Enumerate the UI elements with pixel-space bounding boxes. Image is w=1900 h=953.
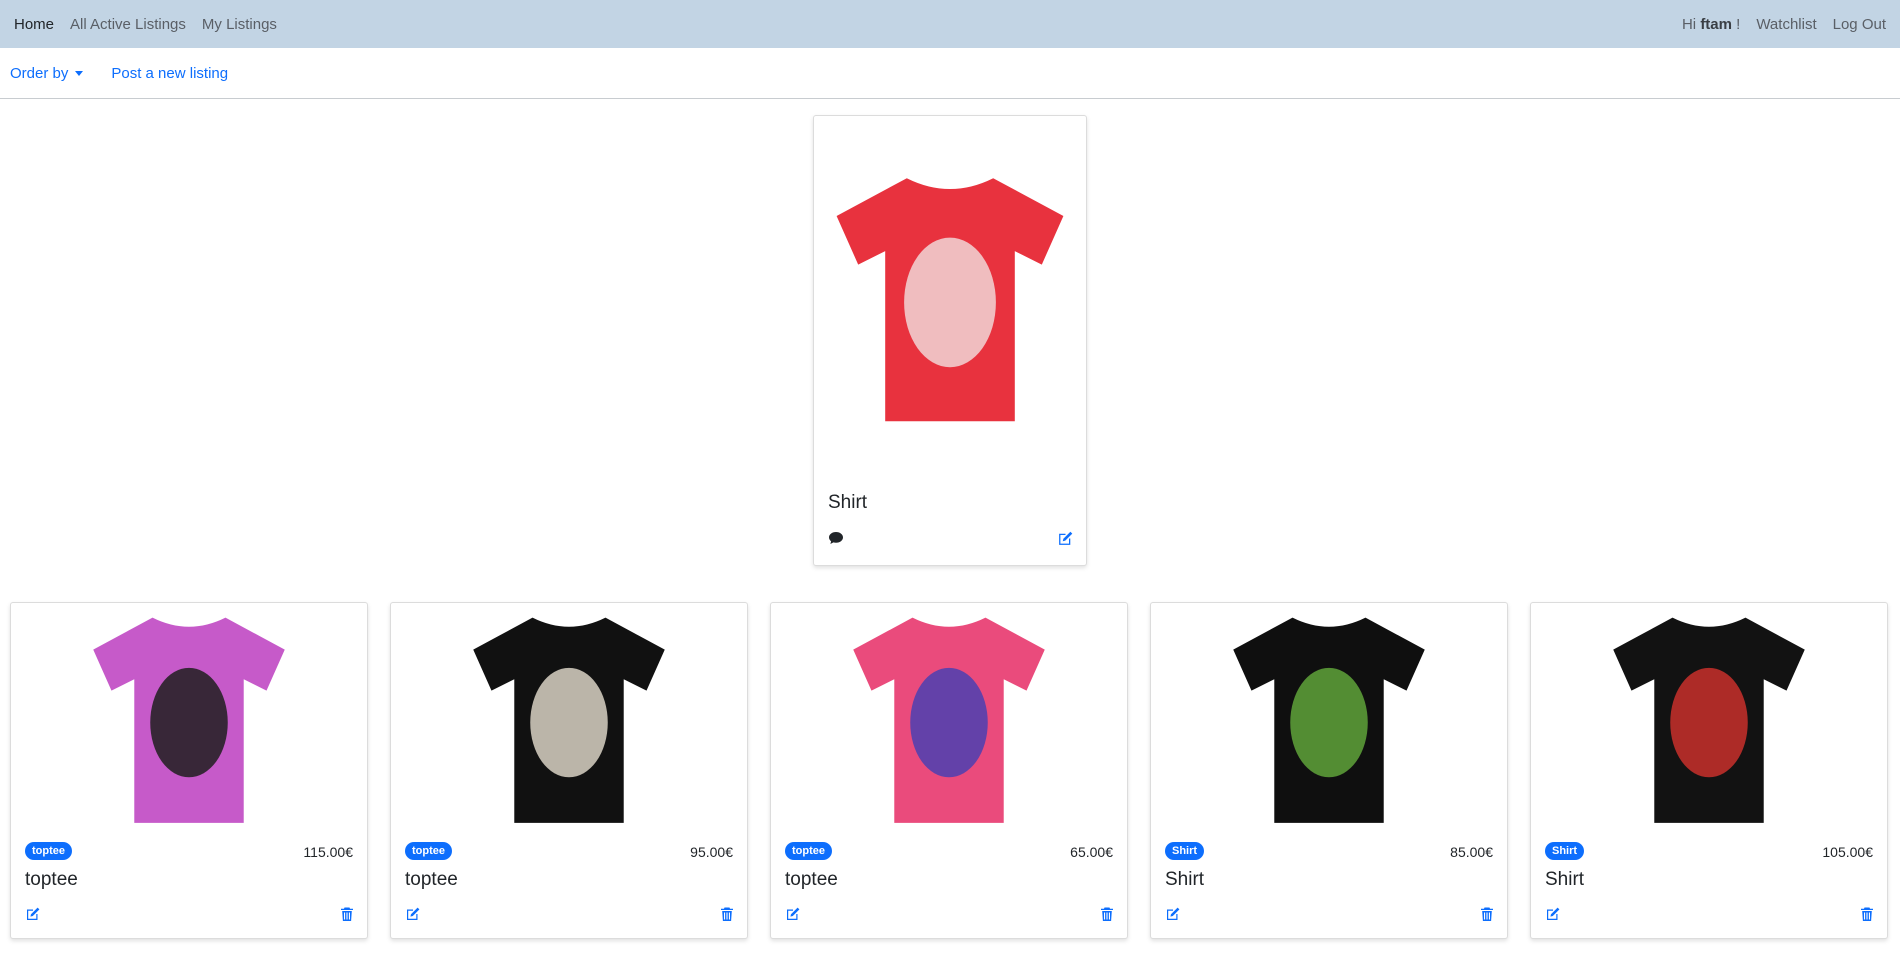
- tshirt-illustration: [853, 617, 1045, 823]
- nav-right-group: Hi ftam ! Watchlist Log Out: [1682, 0, 1886, 48]
- edit-icon[interactable]: [405, 906, 421, 922]
- listing-title: toptee: [405, 869, 458, 890]
- tshirt-print-graphic: [910, 667, 988, 778]
- listing-price: 85.00€: [1450, 844, 1493, 860]
- tshirt-illustration: [836, 178, 1064, 422]
- listing-title: Shirt: [1545, 869, 1585, 890]
- username: ftam: [1700, 15, 1732, 33]
- edit-icon[interactable]: [1165, 906, 1181, 922]
- category-badge: toptee: [25, 842, 72, 860]
- top-navbar: Home All Active Listings My Listings Hi …: [0, 0, 1900, 48]
- tshirt-print-graphic: [1670, 667, 1748, 778]
- featured-listing-image[interactable]: [815, 117, 1085, 477]
- sub-navbar: Order by Post a new listing: [0, 48, 1900, 99]
- listing-title: toptee: [25, 869, 78, 890]
- listing-image[interactable]: [1532, 604, 1886, 832]
- listing-card[interactable]: toptee 65.00€ toptee: [770, 602, 1128, 939]
- tshirt-print-graphic: [530, 667, 608, 778]
- nav-watchlist-link[interactable]: Watchlist: [1756, 16, 1816, 33]
- edit-icon[interactable]: [785, 906, 801, 922]
- category-badge: Shirt: [1165, 842, 1205, 860]
- category-badge: Shirt: [1545, 842, 1585, 860]
- order-by-dropdown[interactable]: Order by: [10, 64, 84, 82]
- listing-title: Shirt: [1165, 869, 1205, 890]
- edit-icon[interactable]: [1057, 530, 1074, 547]
- user-greeting: Hi ftam !: [1682, 16, 1740, 33]
- tshirt-print-graphic: [150, 667, 228, 778]
- nav-my-listings-link[interactable]: My Listings: [202, 16, 277, 33]
- tshirt-illustration: [473, 617, 665, 823]
- tshirt-illustration: [93, 617, 285, 823]
- featured-listing-card[interactable]: Shirt: [813, 115, 1087, 566]
- category-badge: toptee: [785, 842, 832, 860]
- edit-icon[interactable]: [1545, 906, 1561, 922]
- greeting-prefix: Hi: [1681, 15, 1697, 33]
- listing-price: 115.00€: [303, 844, 353, 860]
- listing-price: 95.00€: [690, 844, 733, 860]
- listing-price: 105.00€: [1822, 844, 1873, 860]
- tshirt-illustration: [1233, 617, 1425, 823]
- listing-image[interactable]: [392, 604, 746, 832]
- sub-nav-items: Order by Post a new listing: [10, 48, 228, 98]
- caret-down-icon: [75, 70, 84, 76]
- nav-logout-link[interactable]: Log Out: [1833, 16, 1886, 33]
- listing-image[interactable]: [1152, 604, 1506, 832]
- order-by-label: Order by: [10, 64, 69, 82]
- greeting-suffix: !: [1736, 15, 1741, 33]
- listing-price: 65.00€: [1070, 844, 1113, 860]
- trash-icon[interactable]: [1479, 906, 1495, 922]
- tshirt-print-graphic: [904, 237, 996, 368]
- post-new-listing-link[interactable]: Post a new listing: [111, 65, 228, 82]
- trash-icon[interactable]: [1099, 906, 1115, 922]
- trash-icon[interactable]: [719, 906, 735, 922]
- trash-icon[interactable]: [1859, 906, 1875, 922]
- listing-card[interactable]: toptee 115.00€ toptee: [10, 602, 368, 939]
- listing-card[interactable]: Shirt 105.00€ Shirt: [1530, 602, 1888, 939]
- nav-left-group: Home All Active Listings My Listings: [14, 0, 277, 48]
- tshirt-illustration: [1613, 617, 1805, 823]
- nav-home-link[interactable]: Home: [14, 16, 54, 33]
- listing-title: toptee: [785, 869, 838, 890]
- featured-listing-title: Shirt: [828, 492, 868, 513]
- category-badge: toptee: [405, 842, 452, 860]
- tshirt-print-graphic: [1290, 667, 1368, 778]
- comment-icon[interactable]: [828, 530, 844, 546]
- listing-image[interactable]: [772, 604, 1126, 832]
- listing-card[interactable]: toptee 95.00€ toptee: [390, 602, 748, 939]
- listing-image[interactable]: [12, 604, 366, 832]
- nav-all-active-listings-link[interactable]: All Active Listings: [70, 16, 186, 33]
- trash-icon[interactable]: [339, 906, 355, 922]
- edit-icon[interactable]: [25, 906, 41, 922]
- listing-card[interactable]: Shirt 85.00€ Shirt: [1150, 602, 1508, 939]
